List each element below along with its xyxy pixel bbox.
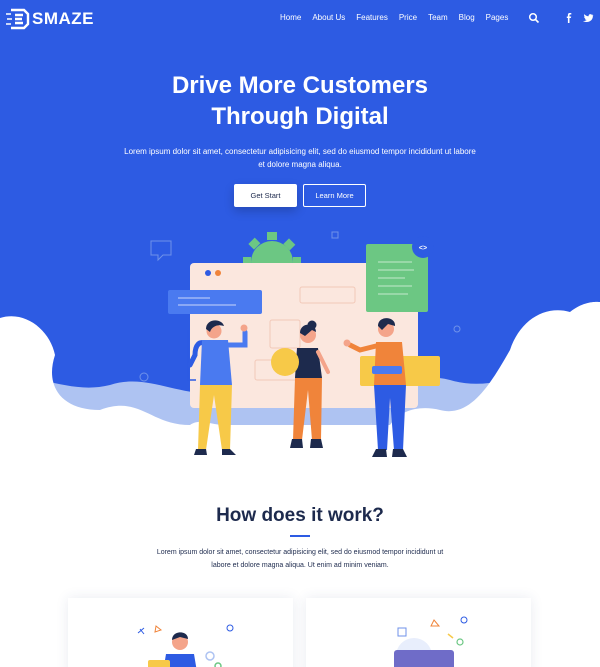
nav-team[interactable]: Team [428, 13, 448, 22]
title-underline [290, 535, 310, 537]
facebook-icon[interactable] [563, 11, 575, 23]
small-circle-decor-2 [139, 372, 149, 382]
small-square-decor [331, 231, 339, 239]
nav-about-us[interactable]: About Us [312, 13, 345, 22]
how-it-works-description: Lorem ipsum dolor sit amet, consectetur … [156, 549, 444, 569]
feature-card-1 [68, 598, 293, 667]
blue-card [168, 290, 262, 314]
get-start-button[interactable]: Get Start [234, 184, 297, 207]
nav-blog[interactable]: Blog [459, 13, 475, 22]
nav-home[interactable]: Home [280, 13, 301, 22]
hero-illustration: <> [0, 231, 600, 470]
hero-section: SMAZE Home About Us Features Price Team … [0, 0, 600, 470]
nav-price[interactable]: Price [399, 13, 417, 22]
hero-title: Drive More Customers Through Digital [0, 70, 600, 132]
hero-description: Lorem ipsum dolor sit amet, consectetur … [124, 147, 476, 169]
nav-icons [528, 11, 600, 24]
learn-more-button[interactable]: Learn More [303, 184, 366, 207]
feature-card-1-illustration [137, 624, 234, 667]
chat-bubble-icon [150, 240, 172, 262]
logo-icon [6, 8, 30, 30]
nav-features[interactable]: Features [356, 13, 388, 22]
top-navigation: SMAZE Home About Us Features Price Team … [0, 0, 600, 38]
nav-pages[interactable]: Pages [486, 13, 509, 22]
feature-card-2 [306, 598, 531, 667]
hero-title-line-1: Drive More Customers [171, 72, 429, 99]
how-it-works-title: How does it work? [216, 505, 384, 526]
hero-title-line-2: Through Digital [211, 103, 389, 130]
small-circle-decor [453, 325, 461, 333]
feature-card-2-illustration [394, 616, 468, 667]
logo[interactable]: SMAZE [6, 8, 94, 30]
code-badge-label: <> [419, 245, 427, 252]
twitter-icon[interactable] [582, 11, 594, 23]
brand-name: SMAZE [32, 9, 94, 28]
main-menu: Home About Us Features Price Team Blog P… [280, 13, 519, 22]
search-icon[interactable] [528, 11, 540, 24]
